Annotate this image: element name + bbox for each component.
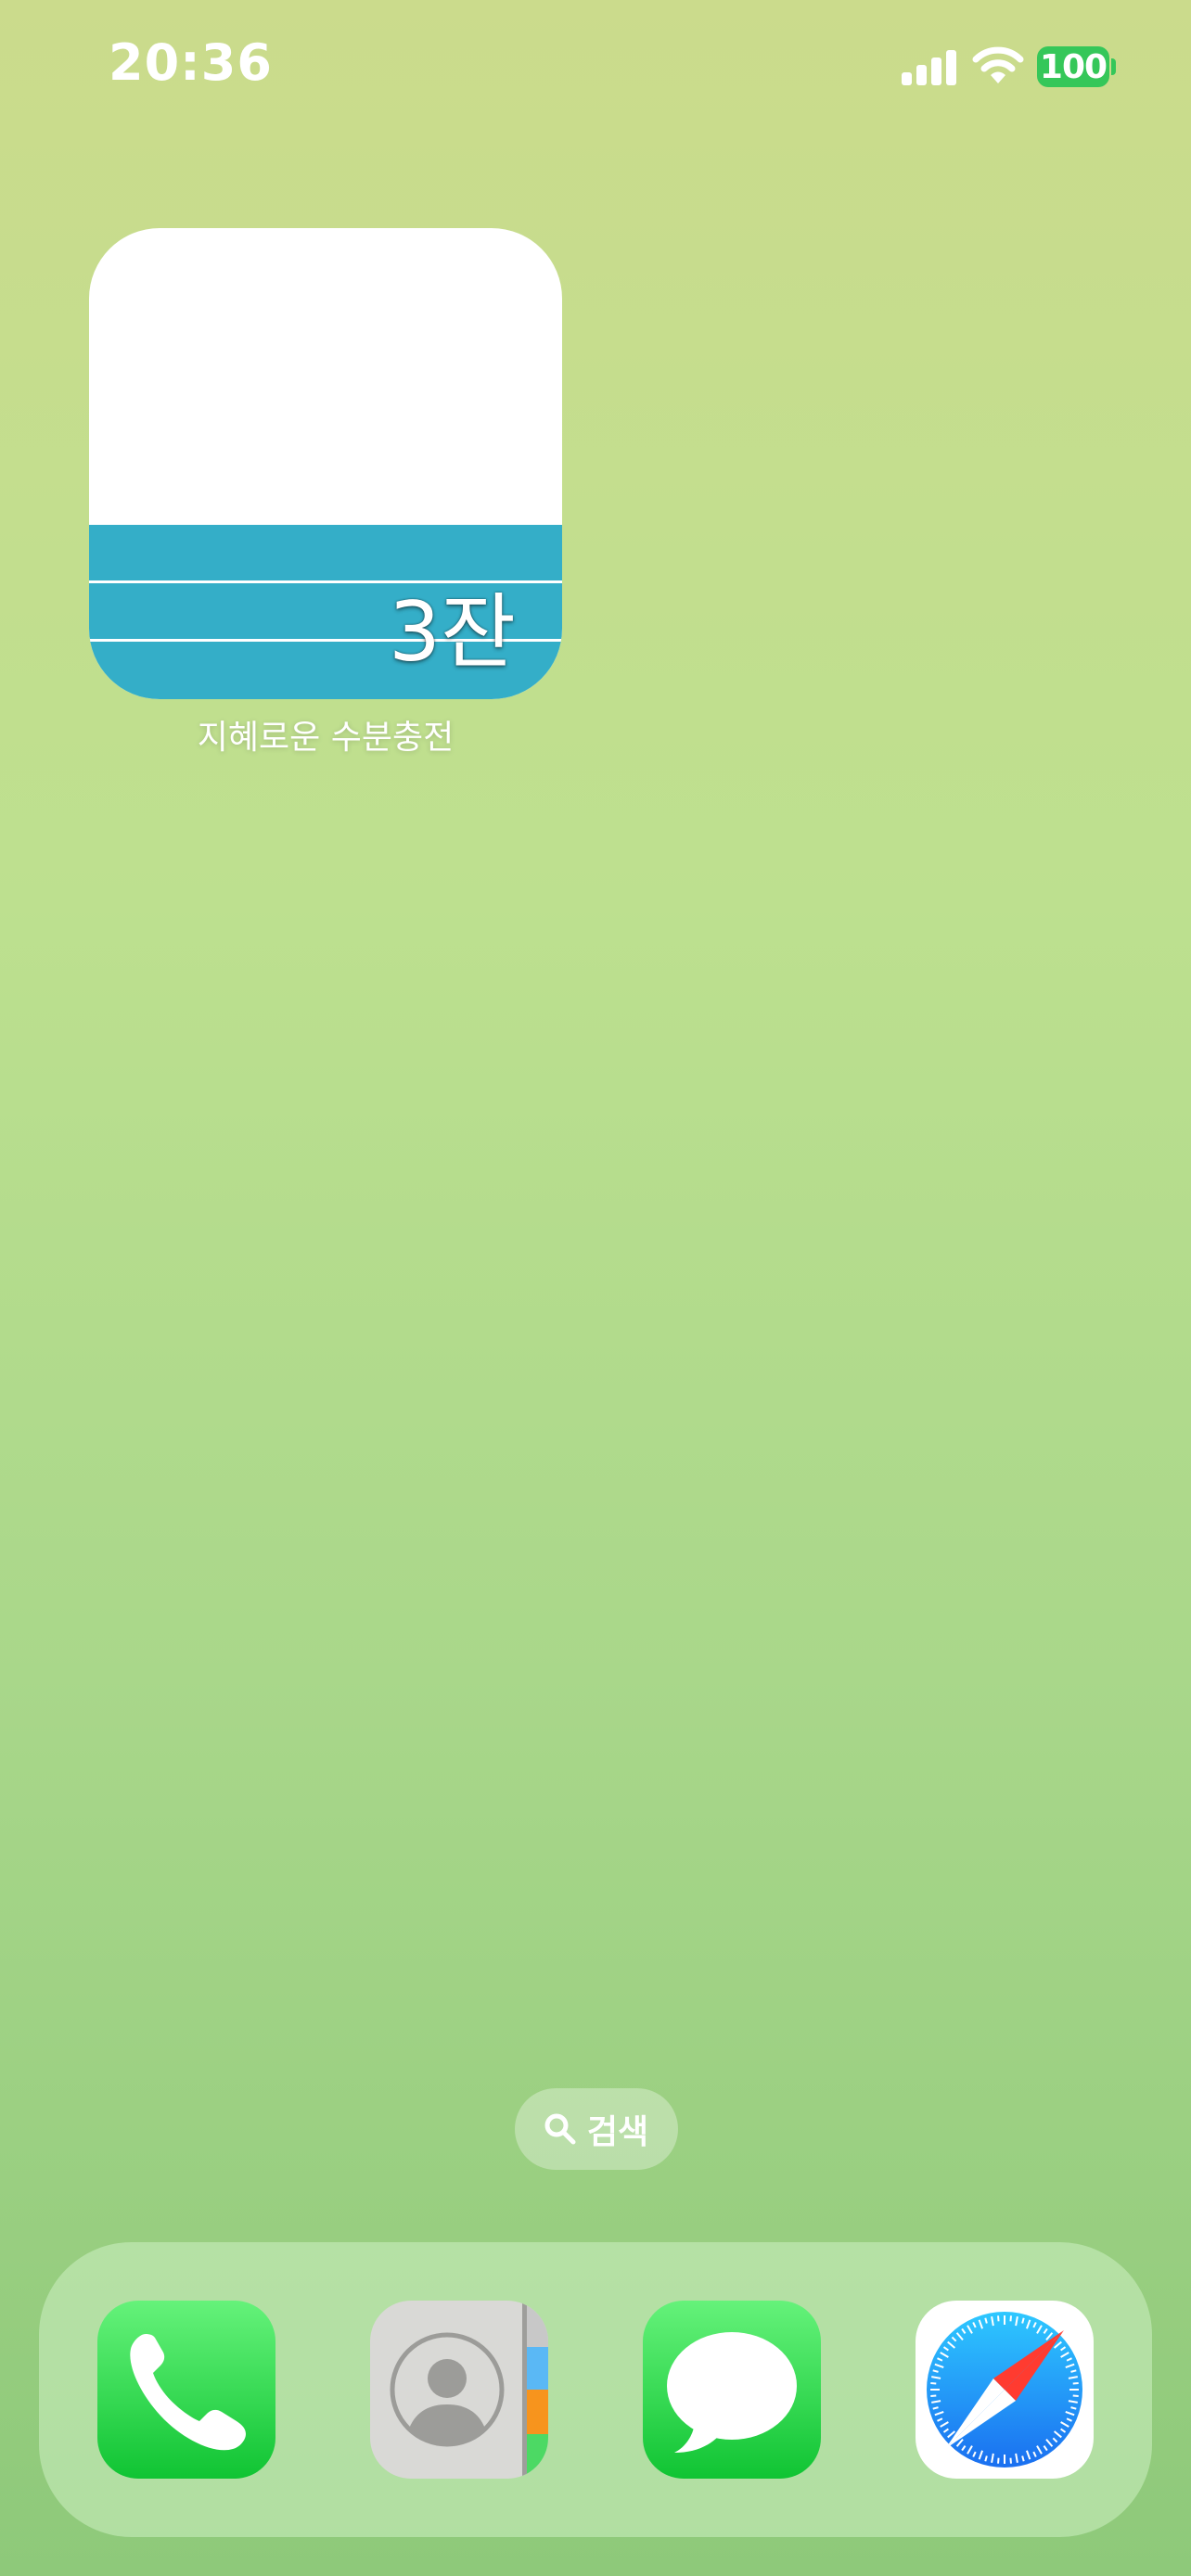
compass-tick [997, 2315, 1000, 2322]
messages-app-icon[interactable] [643, 2301, 821, 2479]
compass-tick [1009, 2315, 1012, 2322]
battery-icon: 100 [1037, 46, 1109, 87]
compass-tick [930, 2394, 937, 2397]
compass-tick [930, 2382, 937, 2385]
safari-app-icon[interactable] [916, 2301, 1094, 2479]
safari-icon [927, 2312, 1082, 2468]
messages-icon [667, 2332, 797, 2453]
battery-tip [1111, 58, 1116, 75]
compass-tick [1072, 2382, 1079, 2385]
compass-tick [1072, 2394, 1079, 2397]
compass-tick [1009, 2457, 1012, 2464]
phone-icon [130, 2334, 246, 2451]
search-icon [544, 2113, 576, 2145]
wifi-icon [972, 46, 1024, 83]
contacts-icon [390, 2301, 548, 2479]
phone-app-icon[interactable] [97, 2301, 275, 2479]
cup-count: 3잔 [389, 584, 516, 680]
spotlight-search-button[interactable]: 검색 [515, 2088, 678, 2170]
search-label: 검색 [586, 2113, 649, 2151]
compass-tick [997, 2457, 1000, 2464]
status-time: 20:36 [109, 33, 273, 92]
water-intake-widget[interactable]: 3잔 [89, 228, 562, 699]
widget-app-label: 지혜로운 수분충전 [197, 719, 455, 757]
battery-level: 100 [1039, 47, 1108, 86]
signal-icon [902, 48, 959, 85]
contacts-app-icon[interactable] [370, 2301, 548, 2479]
